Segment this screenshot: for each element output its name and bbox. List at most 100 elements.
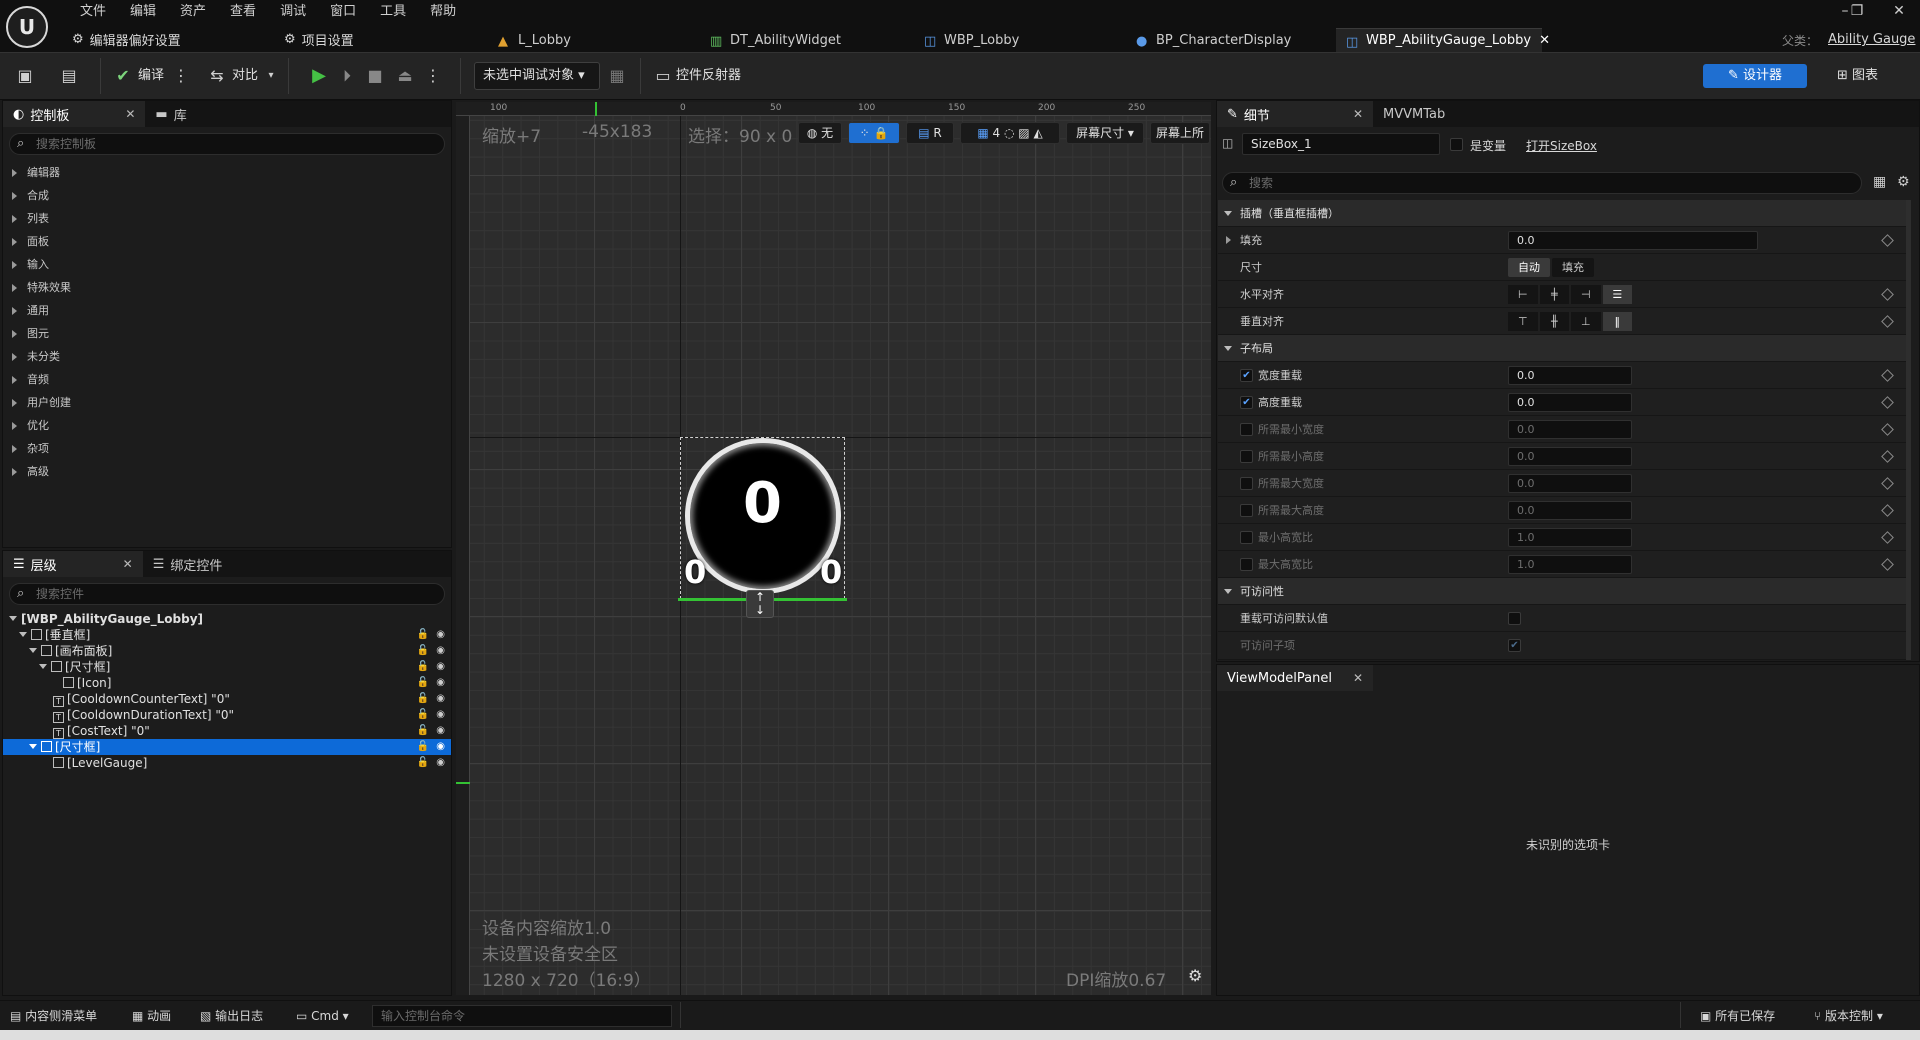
align-fill-icon[interactable]: ☰ [1602,285,1632,304]
output-log-button[interactable]: ▧ 输出日志 [200,1006,263,1026]
parent-class-link[interactable]: Ability Gauge [1828,32,1915,47]
access-children-checkbox[interactable]: ✔ [1508,639,1521,652]
tab-hierarchy[interactable]: ☰ 层级 ✕ [3,551,143,577]
tree-row[interactable]: T [CooldownDurationText] "0" 🔓 ◉ [3,707,451,723]
snap-toggle[interactable]: ⁘ 🔒 [848,122,900,144]
diff-button[interactable]: 对比 [232,66,258,86]
source-control-button[interactable]: ⑂ 版本控制 ▾ [1814,1006,1883,1026]
palette-category[interactable]: 优化 [3,414,451,437]
browse-icon[interactable]: ▤ [58,66,80,86]
align-bottom-icon[interactable]: ⊥ [1571,312,1601,331]
reset-diamond-icon[interactable] [1881,477,1894,490]
palette-category[interactable]: 面板 [3,230,451,253]
screen-size-dropdown[interactable]: 屏幕尺寸 ▾ [1066,122,1144,144]
width-override-input[interactable]: 0.0 [1508,366,1632,385]
tab-library[interactable]: ▬ 库 [145,101,197,127]
doc-tab-wbp-lobby[interactable]: ◫ WBP_Lobby [914,28,1094,52]
lock-icon[interactable]: 🔓 [417,659,429,675]
tree-row[interactable]: [尺寸框] 🔓 ◉ [3,659,451,675]
palette-category[interactable]: 通用 [3,299,451,322]
align-vfill-icon[interactable]: ‖ [1602,312,1632,331]
debug-select-icon[interactable]: ▦ [606,66,628,86]
unreal-logo[interactable]: U [6,6,48,48]
size-fill-button[interactable]: 填充 [1552,258,1594,277]
resize-handle[interactable]: ↑ ↓ [746,590,774,618]
menu-debug[interactable]: 调试 [268,2,318,22]
designer-mode-button[interactable]: ✎ 设计器 [1703,64,1807,88]
lock-icon[interactable]: 🔓 [417,707,429,723]
editor-prefs-button[interactable]: ⚙ 编辑器偏好设置 [72,28,181,50]
reset-diamond-icon[interactable] [1881,450,1894,463]
reset-diamond-icon[interactable] [1881,315,1894,328]
reset-diamond-icon[interactable] [1881,558,1894,571]
menu-asset[interactable]: 资产 [168,2,218,22]
align-top-icon[interactable]: ⊤ [1508,312,1538,331]
is-variable-checkbox[interactable] [1450,138,1463,151]
max-aspect-input[interactable]: 1.0 [1508,555,1632,574]
expand-icon[interactable] [19,632,27,637]
palette-category[interactable]: 未分类 [3,345,451,368]
reset-diamond-icon[interactable] [1881,531,1894,544]
min-desired-height-input[interactable]: 0.0 [1508,447,1632,466]
close-icon[interactable]: ✕ [123,557,133,571]
align-middle-icon[interactable]: ╫ [1539,312,1569,331]
min-aspect-checkbox[interactable] [1240,531,1253,544]
widget-reflector-icon[interactable]: ▭ [652,66,674,86]
gear-icon[interactable]: ⚙ [1897,174,1910,190]
compile-button[interactable]: 编译 [138,66,164,86]
expand-icon[interactable] [29,648,37,653]
console-input[interactable]: 输入控制台命令 [372,1005,672,1027]
min-aspect-input[interactable]: 1.0 [1508,528,1632,547]
world-toggle[interactable]: ◍ 无 [798,122,842,144]
tab-bind-widgets[interactable]: ☰ 绑定控件 [142,551,233,577]
reset-diamond-icon[interactable] [1881,504,1894,517]
details-search-input[interactable]: ⌕ 搜索 [1222,172,1862,194]
graph-mode-button[interactable]: ⊞ 图表 [1837,66,1878,86]
eye-icon[interactable]: ◉ [436,643,445,659]
palette-category[interactable]: 用户创建 [3,391,451,414]
compile-icon[interactable]: ✔ [112,66,134,86]
eye-icon[interactable]: ◉ [436,723,445,739]
lock-icon[interactable]: 🔓 [417,643,429,659]
step-icon[interactable]: ⏵ [336,66,358,86]
eye-icon[interactable]: ◉ [436,627,445,643]
align-center-icon[interactable]: ╪ [1539,285,1569,304]
tree-row[interactable]: [垂直框] 🔓 ◉ [3,627,451,643]
designer-viewport[interactable]: 100 0 50 100 150 200 250 缩放+7 -45x183 选择… [456,102,1211,995]
details-scrollbar[interactable] [1906,200,1911,660]
chevron-down-icon[interactable]: ▾ [260,66,282,86]
palette-category[interactable]: 音频 [3,368,451,391]
doc-tab-bp-characterdisplay[interactable]: ● BP_CharacterDisplay [1126,28,1326,52]
palette-category[interactable]: 编辑器 [3,161,451,184]
doc-tab-dt-abilitywidget[interactable]: ▥ DT_AbilityWidget [700,28,890,52]
close-icon[interactable]: ✕ [1353,671,1363,685]
expand-icon[interactable] [1226,236,1231,244]
save-icon[interactable]: ▣ [14,66,36,86]
diff-icon[interactable]: ⇆ [206,66,228,86]
max-desired-height-input[interactable]: 0.0 [1508,501,1632,520]
min-desired-width-input[interactable]: 0.0 [1508,420,1632,439]
widget-reflector-button[interactable]: 控件反射器 [676,66,741,86]
all-saved-indicator[interactable]: ▣ 所有已保存 [1700,1006,1775,1026]
expand-icon[interactable] [39,664,47,669]
lock-icon[interactable]: 🔓 [417,739,429,755]
eye-icon[interactable]: ◉ [436,707,445,723]
section-accessibility[interactable]: 可访问性 [1218,578,1908,605]
align-right-icon[interactable]: ⊣ [1571,285,1601,304]
menu-help[interactable]: 帮助 [418,2,468,22]
open-sizebox-link[interactable]: 打开SizeBox [1526,137,1597,154]
padding-input[interactable]: 0.0 [1508,231,1758,250]
min-desired-height-checkbox[interactable] [1240,450,1253,463]
grid-snap-controls[interactable]: ▦ 4 ◌ ▨ ◭ [960,122,1060,144]
eye-icon[interactable]: ◉ [436,755,445,771]
eye-icon[interactable]: ◉ [436,739,445,755]
size-auto-button[interactable]: 自动 [1508,258,1550,277]
tab-palette[interactable]: ◐ 控制板 ✕ [3,101,146,127]
width-override-checkbox[interactable]: ✔ [1240,369,1253,382]
menu-edit[interactable]: 编辑 [118,2,168,22]
doc-tab-l-lobby[interactable]: ▲ L_Lobby [488,28,660,52]
stop-icon[interactable]: ■ [364,66,386,86]
lock-icon[interactable]: 🔓 [417,627,429,643]
lock-icon[interactable]: 🔓 [417,675,429,691]
max-desired-width-input[interactable]: 0.0 [1508,474,1632,493]
